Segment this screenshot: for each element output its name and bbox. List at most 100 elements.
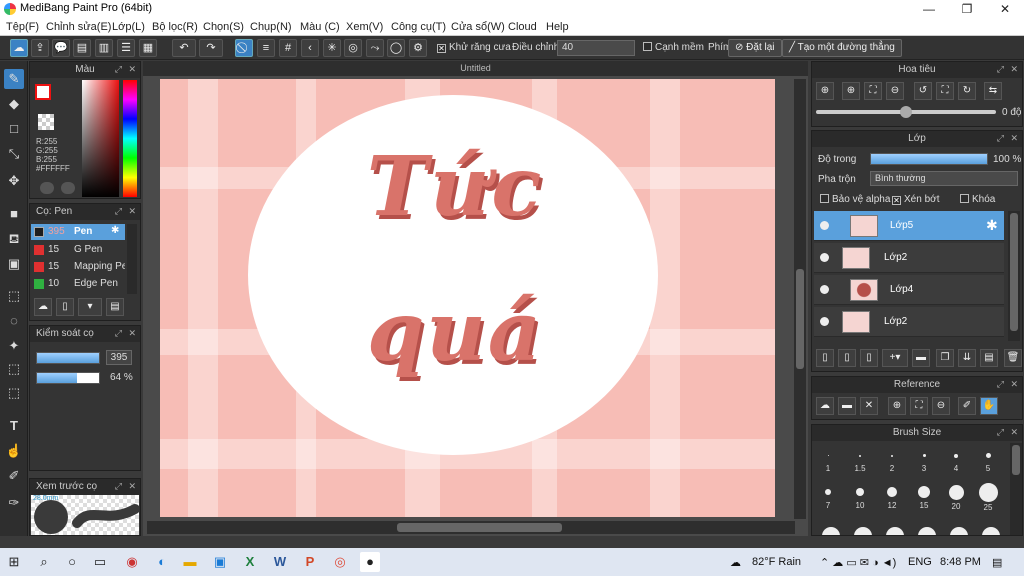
delete-layer-icon[interactable]: 🗑 — [1004, 349, 1022, 367]
menu-select[interactable]: Chọn(S) — [203, 21, 244, 33]
visibility-icon[interactable] — [820, 285, 829, 294]
layer-row[interactable]: Lớp4 — [814, 275, 1004, 305]
zoom-in-icon[interactable]: ⊕ — [842, 82, 860, 100]
powerpoint-icon[interactable]: P — [300, 552, 320, 572]
rotate-right-icon[interactable]: ↻ — [958, 82, 976, 100]
brush-size-option[interactable]: 2 — [876, 447, 908, 475]
brush-size-slider[interactable] — [36, 352, 100, 364]
soft-edge-checkbox[interactable]: Cạnh mềm — [643, 42, 704, 53]
shape-tool-icon[interactable]: □ — [4, 119, 24, 139]
brush-item[interactable]: 15 G Pen — [31, 242, 125, 258]
operation-tool-icon[interactable]: ☝ — [4, 441, 24, 461]
file-explorer-icon[interactable]: ▬ — [180, 552, 200, 572]
dot-tool-icon[interactable]: ⤡ — [4, 144, 24, 164]
lasso-tool-icon[interactable]: ◌ — [4, 311, 24, 331]
palette-alt-icon[interactable] — [61, 182, 75, 194]
reset-view-icon[interactable]: ⛶ — [936, 82, 954, 100]
reference-open-icon[interactable]: ▬ — [838, 397, 856, 415]
pc-icon[interactable]: ▣ — [210, 552, 230, 572]
snap-perspective-icon[interactable]: ‹ — [301, 39, 319, 57]
hue-slider[interactable] — [123, 80, 137, 197]
reference-zoom-in-icon[interactable]: ⊕ — [888, 397, 906, 415]
menu-tools[interactable]: Công cụ(T) — [391, 21, 446, 33]
new-folder-icon[interactable]: ▬ — [912, 349, 930, 367]
lock-checkbox[interactable]: Khóa — [960, 194, 995, 205]
reference-zoom-out-icon[interactable]: ⊖ — [932, 397, 950, 415]
reset-button[interactable]: ⊘ Đặt lại — [728, 39, 782, 57]
search-icon[interactable]: ⌕ — [34, 552, 54, 572]
snap-off-icon[interactable]: ⃠ — [235, 39, 253, 57]
minimize-button[interactable]: — — [910, 0, 948, 18]
brush-item[interactable]: 10 Edge Pen — [31, 276, 125, 292]
cortana-icon[interactable]: ○ — [62, 552, 82, 572]
snap-parallel-icon[interactable]: ≡ — [257, 39, 275, 57]
new-halftone-layer-icon[interactable]: ▯ — [860, 349, 878, 367]
brush-menu-icon[interactable]: ▾ — [78, 298, 102, 316]
brush-size-option[interactable]: 7 — [812, 483, 844, 511]
brush-size-value[interactable]: 395 — [106, 350, 132, 365]
zoom-out-icon[interactable]: ⊖ — [886, 82, 904, 100]
clipping-checkbox[interactable]: ✕ Xén bớt — [892, 194, 939, 205]
pipette-tool-icon[interactable]: ✑ — [4, 493, 24, 513]
brush-opacity-slider[interactable] — [36, 372, 100, 384]
select-eraser-tool-icon[interactable]: ⬚ — [4, 383, 24, 403]
menu-edit[interactable]: Chỉnh sửa(E) — [46, 21, 111, 33]
notification-icon[interactable]: ▤ — [992, 556, 1002, 569]
menu-view[interactable]: Xem(V) — [346, 21, 383, 33]
snap-settings-icon[interactable]: ⚙ — [409, 39, 427, 57]
snap-radial-icon[interactable]: ✳ — [323, 39, 341, 57]
clock[interactable]: 8:48 PM — [940, 556, 981, 568]
new-layer-icon[interactable]: ▯ — [816, 349, 834, 367]
chrome-icon[interactable]: ◎ — [330, 552, 350, 572]
fill-rect-tool-icon[interactable]: ■ — [4, 204, 24, 224]
layer-row[interactable]: Lớp2 — [814, 307, 1004, 337]
duplicate-layer-icon[interactable]: ❐ — [936, 349, 954, 367]
palette-icon[interactable] — [40, 182, 54, 194]
protect-alpha-checkbox[interactable]: Bảo vệ alpha — [820, 194, 890, 205]
brush-size-option[interactable]: 20 — [940, 483, 972, 511]
add-cloud-brush-icon[interactable]: ☁ — [34, 298, 52, 316]
fit-screen-icon[interactable]: ⛶ — [864, 82, 882, 100]
artboard[interactable]: Tức quá — [160, 79, 775, 517]
reference-eyedropper-icon[interactable]: ✐ — [958, 397, 976, 415]
input-language[interactable]: ENG — [908, 556, 932, 568]
antialias-checkbox[interactable]: ✕ Khử răng cưa — [437, 42, 511, 53]
layer-opacity-slider[interactable] — [870, 153, 988, 165]
add-layer-menu-icon[interactable]: +▾ — [882, 349, 908, 367]
reference-close-icon[interactable]: ✕ — [860, 397, 878, 415]
eraser-tool-icon[interactable]: ◆ — [4, 94, 24, 114]
list-icon[interactable]: ☰ — [117, 39, 135, 57]
visibility-icon[interactable] — [820, 253, 829, 262]
menu-capture[interactable]: Chụp(N) — [250, 21, 292, 33]
brush-size-option[interactable]: 1 — [812, 447, 844, 475]
layers-scrollbar[interactable] — [1008, 211, 1020, 341]
maximize-button[interactable]: ❐ — [948, 0, 986, 18]
select-pen-tool-icon[interactable]: ⬚ — [4, 359, 24, 379]
word-icon[interactable]: W — [270, 552, 290, 572]
visibility-icon[interactable] — [820, 221, 829, 230]
new-layer-color-icon[interactable]: ▯ — [838, 349, 856, 367]
menu-layer[interactable]: Lớp(L) — [112, 21, 145, 33]
merge-down-icon[interactable]: ⇊ — [958, 349, 976, 367]
straight-line-button[interactable]: ╱ Tạo một đường thẳng — [782, 39, 902, 57]
menu-help[interactable]: Help — [546, 21, 569, 33]
snap-circle-icon[interactable]: ◎ — [344, 39, 362, 57]
brush-size-option[interactable]: 1.5 — [844, 447, 876, 475]
menu-filter[interactable]: Bộ lọc(R) — [152, 21, 198, 33]
app-icon[interactable]: ◉ — [122, 552, 142, 572]
magic-wand-tool-icon[interactable]: ✦ — [4, 336, 24, 356]
rotate-left-icon[interactable]: ↺ — [914, 82, 932, 100]
visibility-icon[interactable] — [820, 317, 829, 326]
brush-size-option[interactable]: 25 — [972, 483, 1004, 512]
redo-icon[interactable]: ↷ — [199, 39, 223, 57]
transparent-swatch[interactable] — [38, 114, 54, 130]
note-icon[interactable]: ▤ — [73, 39, 91, 57]
grid-layout-icon[interactable]: ▦ — [139, 39, 157, 57]
bucket-tool-icon[interactable]: ⛾ — [4, 229, 24, 249]
canvas-horizontal-scrollbar[interactable] — [147, 521, 795, 534]
blend-mode-select[interactable]: Bình thường — [870, 171, 1018, 186]
brush-size-option[interactable]: 3 — [908, 447, 940, 475]
brush-size-option[interactable]: 12 — [876, 483, 908, 511]
layer-settings-icon[interactable]: ✱ — [986, 217, 998, 234]
snap-grid-icon[interactable]: # — [279, 39, 297, 57]
